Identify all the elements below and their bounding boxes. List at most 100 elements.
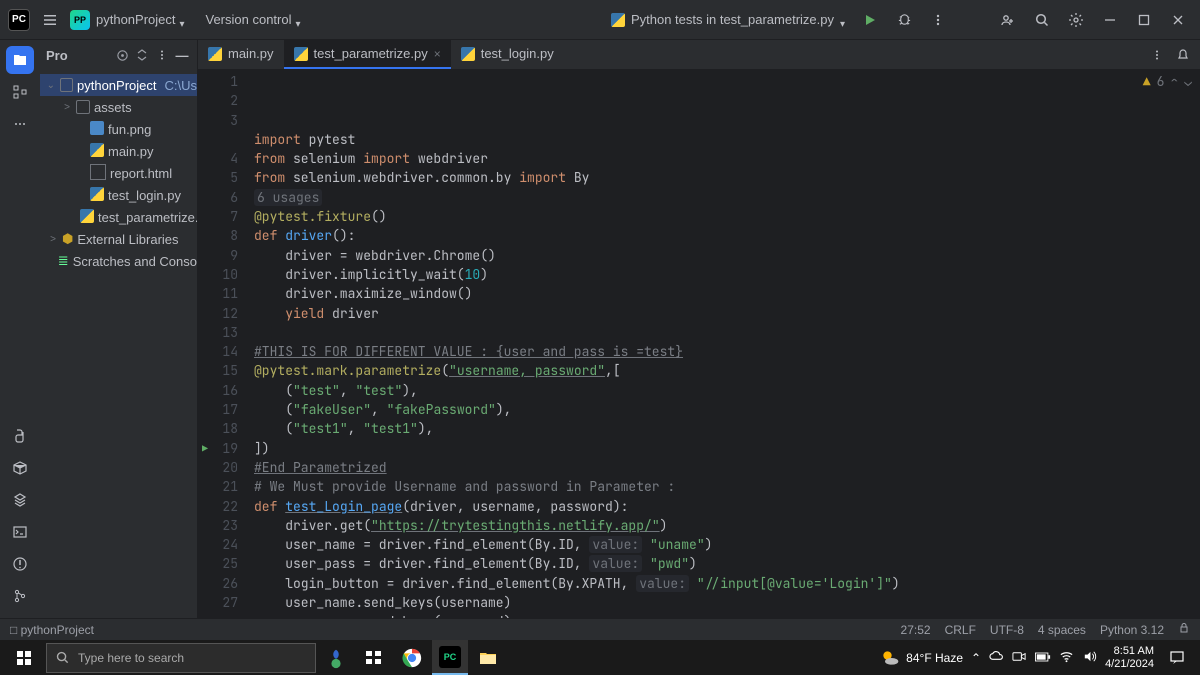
action-center-button[interactable]	[1162, 640, 1192, 675]
panel-options-button[interactable]	[153, 46, 171, 64]
gutter-run-icon[interactable]: ▶	[198, 439, 212, 458]
run-config-label: Python tests in test_parametrize.py	[631, 12, 834, 27]
project-panel-header: Pro —	[40, 40, 197, 70]
taskbar-search[interactable]: Type here to search	[46, 643, 316, 673]
python-interpreter[interactable]: Python 3.12	[1100, 623, 1164, 637]
more-tools-button[interactable]	[6, 110, 34, 138]
python-console-button[interactable]	[6, 422, 34, 450]
ide-window: PC PP pythonProject Version control Pyth…	[0, 0, 1200, 640]
window-maximize-button[interactable]	[1130, 6, 1158, 34]
editor-tab[interactable]: main.py	[198, 40, 284, 69]
structure-tool-button[interactable]	[6, 78, 34, 106]
hide-panel-button[interactable]: —	[173, 46, 191, 64]
task-view-button[interactable]	[356, 640, 392, 675]
tree-item[interactable]: fun.png	[40, 118, 197, 140]
indent-setting[interactable]: 4 spaces	[1038, 623, 1086, 637]
code-content[interactable]: ▲ 6 ⌃ ⌄ import pytestfrom selenium impor…	[246, 70, 1200, 618]
lock-icon[interactable]	[1178, 622, 1190, 637]
inspection-widget[interactable]: ▲ 6 ⌃ ⌄	[1143, 72, 1192, 91]
python-packages-button[interactable]	[6, 454, 34, 482]
editor-area: main.pytest_parametrize.py×test_login.py…	[198, 40, 1200, 618]
tree-root-path: C:\Us	[165, 78, 198, 93]
explorer-taskbar-icon[interactable]	[470, 640, 506, 675]
usages-hint[interactable]: 6 usages	[254, 189, 322, 206]
library-icon: ⬢	[62, 231, 73, 247]
clock-time: 8:51 AM	[1105, 645, 1154, 658]
project-tool-button[interactable]	[6, 46, 34, 74]
window-close-button[interactable]	[1164, 6, 1192, 34]
pycharm-taskbar-icon[interactable]: PC	[432, 640, 468, 675]
expand-all-button[interactable]	[133, 46, 151, 64]
chevron-down-icon[interactable]: ⌄	[1184, 72, 1192, 91]
editor-tabs: main.pytest_parametrize.py×test_login.py	[198, 40, 1200, 70]
services-button[interactable]	[6, 486, 34, 514]
wifi-icon[interactable]	[1059, 649, 1074, 667]
battery-icon[interactable]	[1035, 651, 1051, 665]
window-minimize-button[interactable]	[1096, 6, 1124, 34]
vcs-label: Version control	[206, 12, 292, 27]
taskbar-widget-icon[interactable]	[318, 640, 354, 675]
pycharm-logo-icon: PC	[8, 9, 30, 31]
vcs-selector[interactable]: Version control	[206, 12, 306, 27]
run-button[interactable]	[856, 6, 884, 34]
project-badge-icon: PP	[70, 10, 90, 30]
tree-item-label: test_login.py	[108, 188, 181, 203]
python-icon	[611, 13, 625, 27]
tree-item[interactable]: test_login.py	[40, 184, 197, 206]
code-with-me-button[interactable]	[994, 6, 1022, 34]
volume-icon[interactable]	[1082, 649, 1097, 667]
run-configuration-selector[interactable]: Python tests in test_parametrize.py	[611, 12, 850, 27]
caret-right-icon: >	[62, 102, 72, 113]
settings-button[interactable]	[1062, 6, 1090, 34]
caret-position[interactable]: 27:52	[901, 623, 931, 637]
editor-tab[interactable]: test_login.py	[451, 40, 564, 69]
file-encoding[interactable]: UTF-8	[990, 623, 1024, 637]
weather-widget[interactable]: 84°F Haze	[880, 648, 963, 668]
tray-expand-icon[interactable]: ⌃	[971, 651, 981, 665]
problems-button[interactable]	[6, 550, 34, 578]
project-name: pythonProject	[96, 12, 176, 27]
line-separator[interactable]: CRLF	[945, 623, 976, 637]
main-area: Pro — ⌄ pytho	[0, 40, 1200, 618]
notifications-button[interactable]	[1172, 44, 1194, 66]
chevron-down-icon	[180, 15, 190, 25]
tree-root[interactable]: ⌄ pythonProject C:\Us	[40, 74, 197, 96]
onedrive-icon[interactable]	[989, 649, 1004, 667]
status-project[interactable]: □ pythonProject	[10, 623, 94, 637]
chevron-down-icon	[840, 15, 850, 25]
tree-item[interactable]: > assets	[40, 96, 197, 118]
close-icon[interactable]: ×	[434, 47, 441, 61]
chevron-down-icon	[296, 15, 306, 25]
tab-options-button[interactable]	[1146, 44, 1168, 66]
more-actions-button[interactable]	[924, 6, 952, 34]
warning-count: 6	[1157, 72, 1165, 91]
editor-tab[interactable]: test_parametrize.py×	[284, 40, 451, 69]
tree-item[interactable]: main.py	[40, 140, 197, 162]
tree-item[interactable]: report.html	[40, 162, 197, 184]
select-opened-file-button[interactable]	[113, 46, 131, 64]
start-button[interactable]	[4, 640, 44, 675]
caret-right-icon: >	[48, 234, 58, 245]
html-file-icon	[90, 164, 106, 183]
vcs-tool-button[interactable]	[6, 582, 34, 610]
terminal-button[interactable]	[6, 518, 34, 546]
chrome-taskbar-icon[interactable]	[394, 640, 430, 675]
search-everywhere-button[interactable]	[1028, 6, 1056, 34]
project-panel-title: Pro	[46, 48, 68, 63]
python-file-icon	[90, 187, 104, 204]
tree-item[interactable]: test_parametrize.p	[40, 206, 197, 228]
project-selector[interactable]: pythonProject	[96, 12, 190, 27]
scratch-icon: ≣	[58, 253, 69, 269]
tree-item[interactable]: ≣Scratches and Conso	[40, 250, 197, 272]
debug-button[interactable]	[890, 6, 918, 34]
tree-item[interactable]: >⬢External Libraries	[40, 228, 197, 250]
taskbar-clock[interactable]: 8:51 AM 4/21/2024	[1105, 645, 1154, 671]
status-bar: □ pythonProject 27:52 CRLF UTF-8 4 space…	[0, 618, 1200, 640]
meet-now-icon[interactable]	[1012, 649, 1027, 667]
project-tree[interactable]: ⌄ pythonProject C:\Us > assets fun.pngmain…	[40, 70, 197, 276]
chevron-up-icon[interactable]: ⌃	[1170, 72, 1178, 91]
tree-item-label: assets	[94, 100, 132, 115]
code-editor[interactable]: ▶ 123 4567891011121314151617181920212223…	[198, 70, 1200, 618]
python-icon	[294, 47, 308, 61]
main-menu-button[interactable]	[36, 6, 64, 34]
